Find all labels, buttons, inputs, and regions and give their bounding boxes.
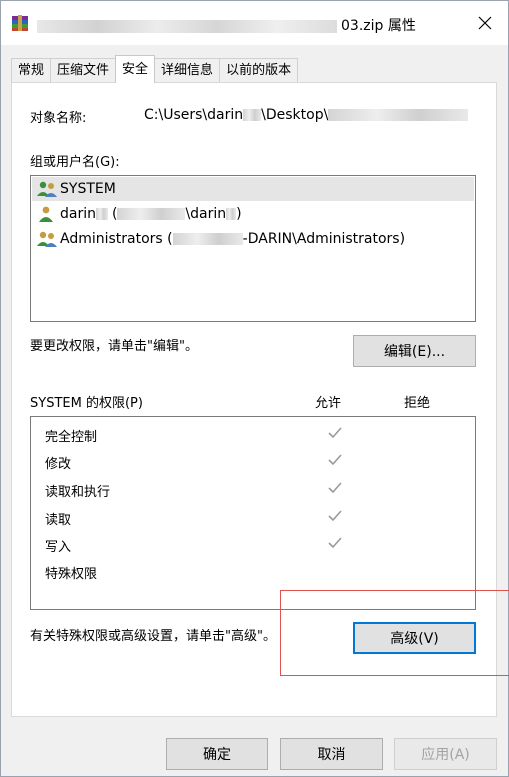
change-permissions-hint: 要更改权限，请单击"编辑"。 bbox=[30, 339, 198, 354]
permission-row: 特殊权限 bbox=[45, 567, 98, 582]
edit-button[interactable]: 编辑(E)... bbox=[353, 335, 476, 367]
check-icon bbox=[328, 537, 342, 549]
allow-header: 允许 bbox=[315, 396, 342, 411]
redacted-text bbox=[172, 233, 243, 245]
security-panel: 对象名称: C:\Users\darin \Desktop\ 组或用户名(G): … bbox=[11, 82, 497, 717]
check-icon bbox=[328, 482, 342, 494]
redacted-text bbox=[328, 109, 469, 121]
redacted-filename bbox=[37, 19, 337, 33]
tab-previous-versions[interactable]: 以前的版本 bbox=[219, 58, 299, 83]
groups-label: 组或用户名(G): bbox=[30, 155, 120, 170]
permissions-list: 完全控制 修改 读取和执行 读取 写入 特殊权限 bbox=[30, 416, 476, 610]
list-item-administrators[interactable]: Administrators (-DARIN\Administrators) bbox=[32, 227, 474, 251]
apply-button[interactable]: 应用(A) bbox=[394, 738, 497, 770]
list-item-user-darin[interactable]: darin(\darin) bbox=[32, 202, 474, 226]
close-icon bbox=[478, 16, 492, 30]
winrar-archive-icon bbox=[12, 15, 28, 31]
object-name-label: 对象名称: bbox=[30, 111, 87, 126]
properties-dialog: 03.zip 属性 常规 压缩文件 安全 详细信息 以前的版本 对象名称: C:… bbox=[0, 0, 509, 777]
check-icon bbox=[328, 510, 342, 522]
cancel-button[interactable]: 取消 bbox=[280, 738, 383, 770]
title-bar: 03.zip 属性 bbox=[1, 1, 508, 45]
user-icon bbox=[39, 206, 53, 222]
advanced-hint: 有关特殊权限或高级设置，请单击"高级"。 bbox=[30, 629, 276, 644]
permission-row: 完全控制 bbox=[31, 422, 475, 446]
list-item-system[interactable]: SYSTEM bbox=[32, 177, 474, 201]
check-icon bbox=[328, 454, 342, 466]
group-icon bbox=[37, 231, 57, 247]
tab-archive[interactable]: 压缩文件 bbox=[50, 58, 117, 83]
tab-strip: 常规 压缩文件 安全 详细信息 以前的版本 bbox=[11, 55, 299, 83]
permission-row: 读取 bbox=[31, 505, 475, 529]
redacted-text bbox=[243, 109, 262, 121]
check-icon bbox=[328, 427, 342, 439]
tab-general[interactable]: 常规 bbox=[11, 58, 52, 83]
close-button[interactable] bbox=[472, 11, 498, 35]
advanced-button[interactable]: 高级(V) bbox=[353, 622, 476, 654]
permission-row: 修改 bbox=[31, 449, 475, 473]
permissions-header: SYSTEM 的权限(P) bbox=[30, 396, 143, 411]
tab-security[interactable]: 安全 bbox=[115, 55, 156, 83]
redacted-text bbox=[95, 208, 108, 220]
deny-header: 拒绝 bbox=[404, 396, 431, 411]
ok-button[interactable]: 确定 bbox=[166, 738, 268, 770]
redacted-text bbox=[226, 208, 237, 220]
redacted-text bbox=[117, 208, 186, 220]
window-title: 03.zip 属性 bbox=[37, 15, 416, 35]
object-name-value: C:\Users\darin \Desktop\ bbox=[144, 107, 469, 123]
users-list[interactable]: SYSTEM darin(\darin) Administrators (-DA… bbox=[30, 175, 476, 322]
tab-details[interactable]: 详细信息 bbox=[154, 58, 221, 83]
permission-row: 写入 bbox=[31, 532, 475, 556]
group-icon bbox=[37, 181, 57, 197]
permission-row: 读取和执行 bbox=[31, 477, 475, 501]
